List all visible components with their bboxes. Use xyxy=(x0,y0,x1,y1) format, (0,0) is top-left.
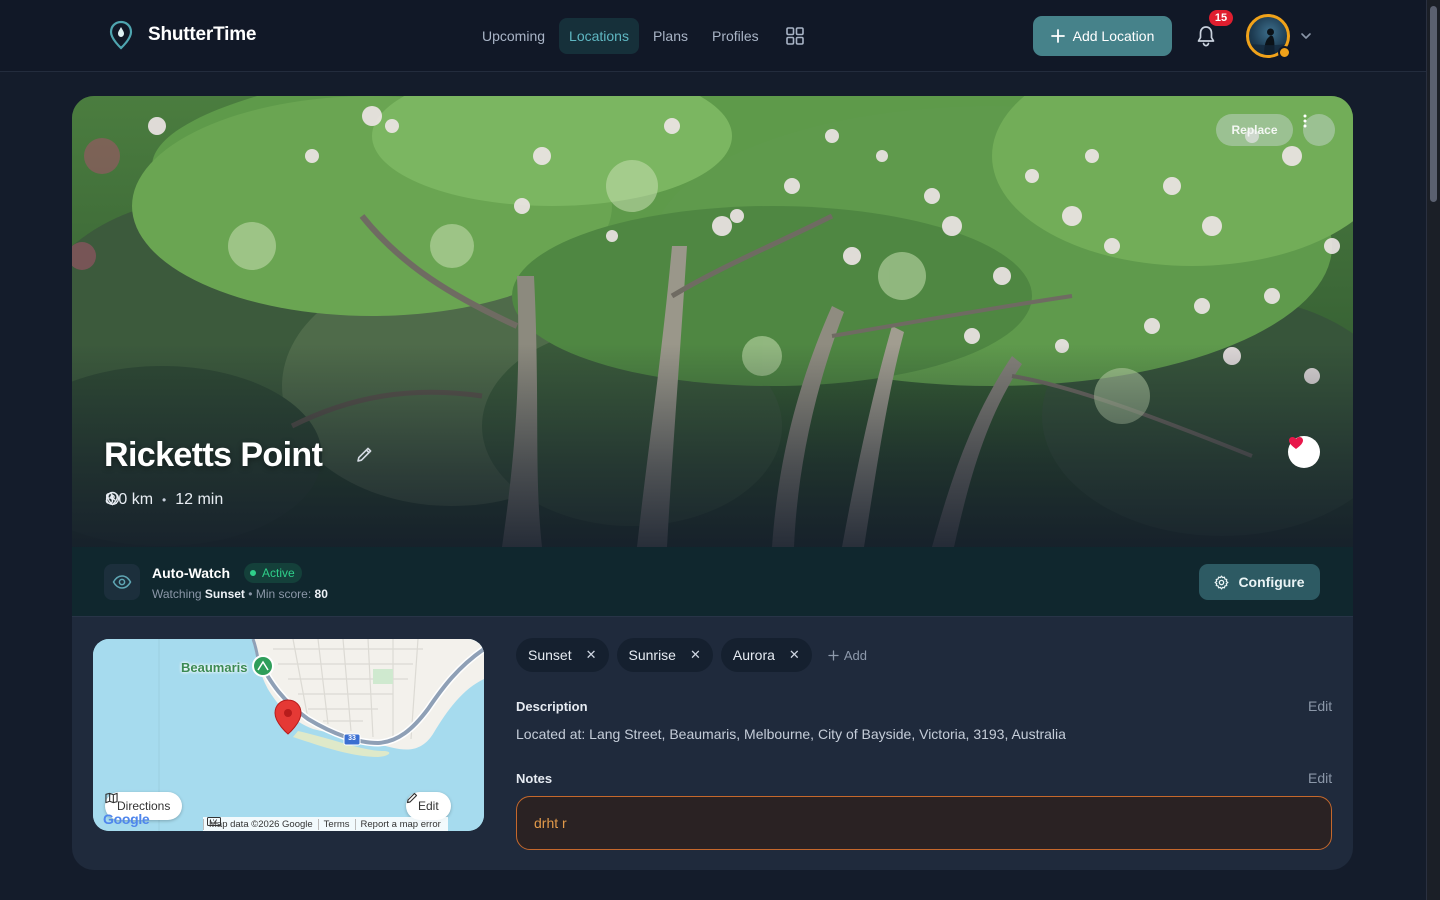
description-text: Located at: Lang Street, Beaumaris, Melb… xyxy=(516,726,1066,742)
location-card: Replace Ricketts Point 8.0 km • 12 min A… xyxy=(72,96,1353,870)
add-tag-label: Add xyxy=(843,647,867,663)
tag-aurora[interactable]: Aurora ✕ xyxy=(720,638,812,672)
add-location-label: Add Location xyxy=(1072,28,1155,44)
summary-separator: • xyxy=(248,587,253,601)
tag-label: Sunset xyxy=(528,647,572,663)
auto-watch-summary: Watching Sunset • Min score: 80 xyxy=(152,587,328,601)
edit-description-button[interactable]: Edit xyxy=(1308,698,1332,714)
apps-grid-button[interactable] xyxy=(777,18,813,54)
eye-icon xyxy=(112,575,132,589)
auto-watch-title: Auto-Watch xyxy=(152,565,231,581)
bell-icon xyxy=(1197,26,1215,47)
location-title: Ricketts Point xyxy=(104,436,323,474)
auto-watch-icon-box xyxy=(104,564,140,600)
cover-photo: Replace Ricketts Point 8.0 km • 12 min xyxy=(72,96,1353,547)
travel-time-value: 12 min xyxy=(175,491,224,508)
route-shield-label: 33 xyxy=(348,735,356,742)
tag-label: Sunrise xyxy=(628,647,676,663)
tag-label: Aurora xyxy=(732,647,775,663)
main-nav: Upcoming Locations Plans Profiles xyxy=(472,18,813,54)
notifications-button[interactable] xyxy=(1192,22,1220,50)
chevron-down-icon xyxy=(1301,33,1311,39)
avatar-status-dot xyxy=(1278,46,1291,59)
scrollbar-thumb[interactable] xyxy=(1430,6,1437,202)
add-location-button[interactable]: Add Location xyxy=(1033,16,1172,56)
nav-profiles[interactable]: Profiles xyxy=(702,18,769,54)
top-bar: ShutterTime Upcoming Locations Plans Pro… xyxy=(0,0,1426,72)
watching-prefix: Watching xyxy=(152,587,202,601)
cover-photo-shade xyxy=(72,96,1353,547)
account-menu-button[interactable] xyxy=(1299,29,1313,48)
pencil-icon xyxy=(406,792,418,804)
keyboard-icon xyxy=(207,817,221,826)
nav-plans[interactable]: Plans xyxy=(643,18,698,54)
location-map[interactable]: Beaumaris 33 Directions Edit Google Map … xyxy=(93,639,484,831)
map-place-label: Beaumaris xyxy=(181,660,248,675)
min-score-label: Min score: xyxy=(255,587,312,601)
edit-map-label: Edit xyxy=(418,799,439,813)
edit-title-button[interactable] xyxy=(351,442,377,468)
google-logo: Google xyxy=(103,811,150,827)
notification-count-badge: 15 xyxy=(1209,10,1233,26)
tag-sunset[interactable]: Sunset ✕ xyxy=(516,638,609,672)
gear-icon xyxy=(1214,575,1229,589)
configure-label: Configure xyxy=(1238,574,1305,590)
map-icon xyxy=(105,792,118,804)
location-meta: 8.0 km • 12 min xyxy=(105,491,223,509)
description-heading: Description xyxy=(516,699,588,714)
more-options-button[interactable] xyxy=(1303,114,1335,146)
map-report-link[interactable]: Report a map error xyxy=(354,818,446,830)
app-name: ShutterTime xyxy=(148,24,257,45)
heart-icon xyxy=(1289,437,1303,449)
brand[interactable]: ShutterTime xyxy=(108,20,257,50)
edit-notes-button[interactable]: Edit xyxy=(1308,770,1332,786)
nav-locations[interactable]: Locations xyxy=(559,18,639,54)
add-tag-button[interactable]: Add xyxy=(828,648,867,663)
configure-button[interactable]: Configure xyxy=(1199,564,1320,600)
edit-map-button[interactable]: Edit xyxy=(406,792,451,820)
status-label: Active xyxy=(262,566,295,580)
more-vertical-icon xyxy=(1303,114,1307,128)
grid-icon xyxy=(785,27,804,45)
remove-tag-icon[interactable]: ✕ xyxy=(789,647,800,663)
plus-icon xyxy=(828,649,839,661)
notes-heading: Notes xyxy=(516,771,553,786)
tag-list: Sunset ✕ Sunrise ✕ Aurora ✕ Add xyxy=(516,638,867,672)
meta-separator: • xyxy=(162,493,167,507)
watching-event: Sunset xyxy=(204,587,245,601)
auto-watch-panel: Auto-Watch Active Watching Sunset • Min … xyxy=(72,547,1353,617)
notes-field[interactable]: drht r xyxy=(516,796,1332,850)
favorite-button[interactable] xyxy=(1288,436,1320,468)
tag-sunrise[interactable]: Sunrise ✕ xyxy=(616,638,713,672)
location-pin-logo-icon xyxy=(109,20,133,50)
replace-photo-button[interactable]: Replace xyxy=(1216,114,1293,146)
pencil-icon xyxy=(357,447,372,462)
status-badge: Active xyxy=(244,563,302,583)
map-attribution: Map data ©2026 Google Terms Report a map… xyxy=(203,817,448,831)
remove-tag-icon[interactable]: ✕ xyxy=(586,647,597,663)
map-terms-link[interactable]: Terms xyxy=(317,818,355,830)
clock-icon xyxy=(105,491,120,506)
status-dot xyxy=(250,570,256,576)
plus-icon xyxy=(1050,29,1065,43)
remove-tag-icon[interactable]: ✕ xyxy=(690,647,701,663)
nav-upcoming[interactable]: Upcoming xyxy=(472,18,555,54)
min-score-value: 80 xyxy=(314,587,328,601)
